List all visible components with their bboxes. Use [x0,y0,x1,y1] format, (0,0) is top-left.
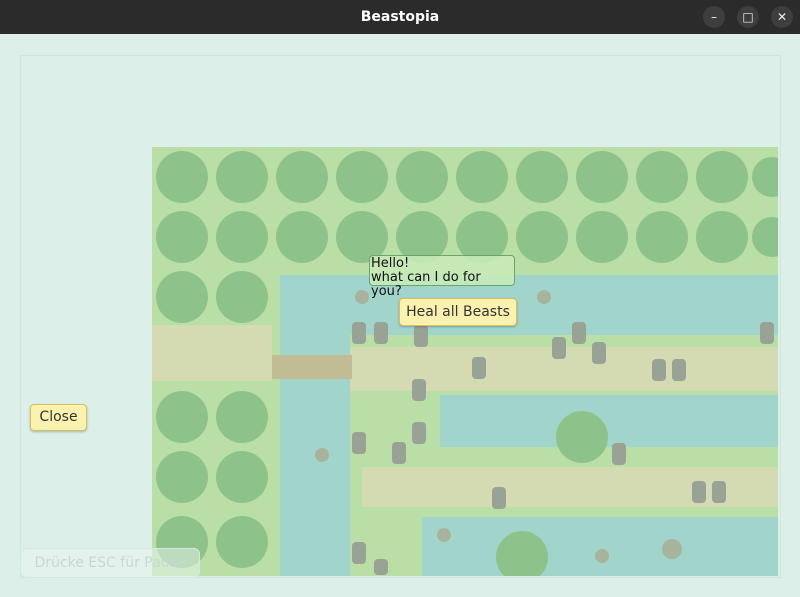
title-bar: Beastopia – □ ✕ [0,0,800,34]
window-title: Beastopia [360,9,440,25]
map-tiles [152,147,778,576]
heal-all-beasts-button[interactable]: Heal all Beasts [399,298,517,326]
npc-speech-bubble: Hello! what can I do for you? [369,255,515,299]
maximize-button[interactable]: □ [737,6,759,28]
close-button[interactable]: Close [30,404,87,431]
speech-line-2: what can I do for you? [371,270,481,299]
game-map [152,147,778,576]
speech-line-1: Hello! [371,256,410,271]
game-area: Hello! what can I do for you? Heal all B… [0,34,800,597]
pause-hint: Drücke ESC für Pause [20,548,200,578]
minimize-button[interactable]: – [703,6,725,28]
close-window-button[interactable]: ✕ [771,6,793,28]
